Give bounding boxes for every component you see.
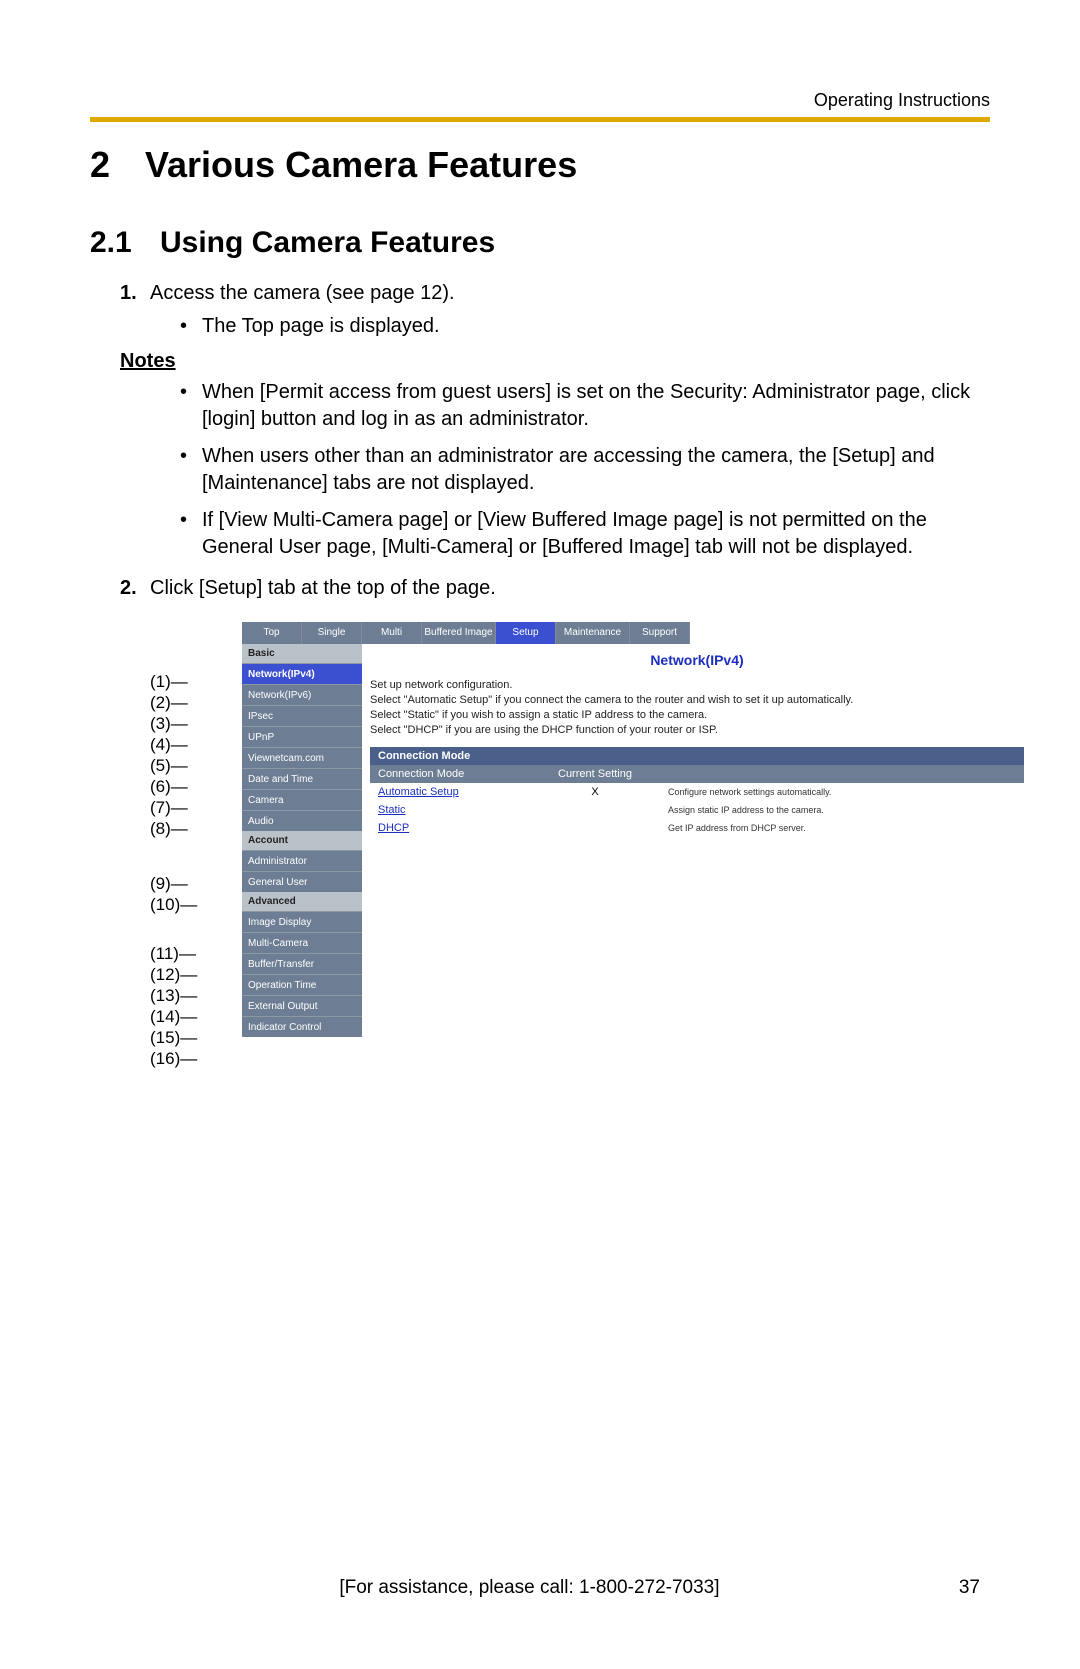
callout-2: (2)— xyxy=(150,692,197,713)
current-static xyxy=(530,801,660,819)
note-dhcp: Get IP address from DHCP server. xyxy=(660,819,1024,837)
note-automatic: Configure network settings automatically… xyxy=(660,783,1024,801)
setup-screenshot: Top Single Multi Buffered Image Setup Ma… xyxy=(242,622,1032,1037)
step-2-text: Click [Setup] tab at the top of the page… xyxy=(150,577,496,599)
th-blank xyxy=(660,765,1024,783)
top-tabs: Top Single Multi Buffered Image Setup Ma… xyxy=(242,622,1032,644)
callout-7: (7)— xyxy=(150,797,197,818)
link-static[interactable]: Static xyxy=(378,804,406,816)
sidebar-item-operation-time[interactable]: Operation Time xyxy=(242,974,362,995)
link-automatic-setup[interactable]: Automatic Setup xyxy=(378,786,459,798)
sidebar-item-ipsec[interactable]: IPsec xyxy=(242,705,362,726)
footer-page-number: 37 xyxy=(959,1577,980,1599)
note-3: If [View Multi-Camera page] or [View Buf… xyxy=(180,507,990,561)
sidebar-item-indicator-control[interactable]: Indicator Control xyxy=(242,1016,362,1037)
step-1-number: 1. xyxy=(120,280,150,307)
tab-support[interactable]: Support xyxy=(630,622,690,644)
setup-screenshot-figure: (1)— (2)— (3)— (4)— (5)— (6)— (7)— (8)— … xyxy=(150,622,1050,1037)
sidebar-item-external-output[interactable]: External Output xyxy=(242,995,362,1016)
sidebar-item-administrator[interactable]: Administrator xyxy=(242,850,362,871)
callout-4: (4)— xyxy=(150,734,197,755)
th-current-setting: Current Setting xyxy=(530,765,660,783)
step-2-number: 2. xyxy=(120,575,150,602)
sidebar-item-general-user[interactable]: General User xyxy=(242,871,362,892)
callout-15: (15)— xyxy=(150,1027,197,1048)
note-2: When users other than an administrator a… xyxy=(180,443,990,497)
note-static: Assign static IP address to the camera. xyxy=(660,801,1024,819)
callout-9: (9)— xyxy=(150,873,197,894)
section-heading: 2.1Using Camera Features xyxy=(90,226,990,260)
chapter-number: 2 xyxy=(90,144,145,186)
tab-top[interactable]: Top xyxy=(242,622,302,644)
sidebar-item-viewnetcam[interactable]: Viewnetcam.com xyxy=(242,747,362,768)
step-1-sub-1: The Top page is displayed. xyxy=(180,313,990,340)
sidebar-group-account: Account xyxy=(242,831,362,850)
sidebar-item-image-display[interactable]: Image Display xyxy=(242,911,362,932)
row-static: Static Assign static IP address to the c… xyxy=(370,801,1024,819)
section-number: 2.1 xyxy=(90,226,160,260)
callout-10: (10)— xyxy=(150,894,197,915)
sidebar-item-upnp[interactable]: UPnP xyxy=(242,726,362,747)
header-rule xyxy=(90,117,990,122)
step-1-text: Access the camera (see page 12). xyxy=(150,282,455,304)
main-panel-title: Network(IPv4) xyxy=(370,644,1024,678)
sidebar-item-network-ipv6[interactable]: Network(IPv6) xyxy=(242,684,362,705)
tab-single[interactable]: Single xyxy=(302,622,362,644)
note-1: When [Permit access from guest users] is… xyxy=(180,379,990,433)
callout-12: (12)— xyxy=(150,964,197,985)
sidebar-item-camera[interactable]: Camera xyxy=(242,789,362,810)
callout-3: (3)— xyxy=(150,713,197,734)
th-connection-mode: Connection Mode xyxy=(370,765,530,783)
callout-numbers: (1)— (2)— (3)— (4)— (5)— (6)— (7)— (8)— … xyxy=(150,651,197,1069)
tab-buffered-image[interactable]: Buffered Image xyxy=(422,622,496,644)
tab-setup[interactable]: Setup xyxy=(496,622,556,644)
callout-8: (8)— xyxy=(150,818,197,839)
main-panel-description: Set up network configuration. Select "Au… xyxy=(370,678,1024,737)
current-dhcp xyxy=(530,819,660,837)
connection-mode-header: Connection Mode xyxy=(370,747,1024,765)
sidebar-item-network-ipv4[interactable]: Network(IPv4) xyxy=(242,663,362,684)
callout-16: (16)— xyxy=(150,1048,197,1069)
sidebar-group-advanced: Advanced xyxy=(242,892,362,911)
running-head: Operating Instructions xyxy=(90,90,990,111)
setup-sidebar: Basic Network(IPv4) Network(IPv6) IPsec … xyxy=(242,644,362,1037)
sidebar-item-buffer-transfer[interactable]: Buffer/Transfer xyxy=(242,953,362,974)
section-title: Using Camera Features xyxy=(160,226,495,259)
callout-6: (6)— xyxy=(150,776,197,797)
step-1: 1.Access the camera (see page 12). The T… xyxy=(120,280,990,340)
setup-main-panel: Network(IPv4) Set up network configurati… xyxy=(362,644,1032,1037)
step-2: 2.Click [Setup] tab at the top of the pa… xyxy=(120,575,990,602)
row-dhcp: DHCP Get IP address from DHCP server. xyxy=(370,819,1024,837)
callout-1: (1)— xyxy=(150,671,197,692)
page-footer: [For assistance, please call: 1-800-272-… xyxy=(0,1577,1080,1599)
current-automatic: X xyxy=(530,783,660,801)
link-dhcp[interactable]: DHCP xyxy=(378,822,409,834)
row-automatic-setup: Automatic Setup X Configure network sett… xyxy=(370,783,1024,801)
chapter-heading: 2Various Camera Features xyxy=(90,144,990,186)
callout-5: (5)— xyxy=(150,755,197,776)
notes-heading: Notes xyxy=(120,350,990,373)
sidebar-item-audio[interactable]: Audio xyxy=(242,810,362,831)
callout-14: (14)— xyxy=(150,1006,197,1027)
connection-mode-table: Connection Mode Current Setting Automati… xyxy=(370,765,1024,837)
sidebar-item-multi-camera[interactable]: Multi-Camera xyxy=(242,932,362,953)
sidebar-group-basic: Basic xyxy=(242,644,362,663)
callout-11: (11)— xyxy=(150,943,197,964)
sidebar-item-date-time[interactable]: Date and Time xyxy=(242,768,362,789)
chapter-title: Various Camera Features xyxy=(145,144,577,185)
footer-assist: [For assistance, please call: 1-800-272-… xyxy=(100,1577,959,1599)
tab-maintenance[interactable]: Maintenance xyxy=(556,622,630,644)
callout-13: (13)— xyxy=(150,985,197,1006)
tab-multi[interactable]: Multi xyxy=(362,622,422,644)
